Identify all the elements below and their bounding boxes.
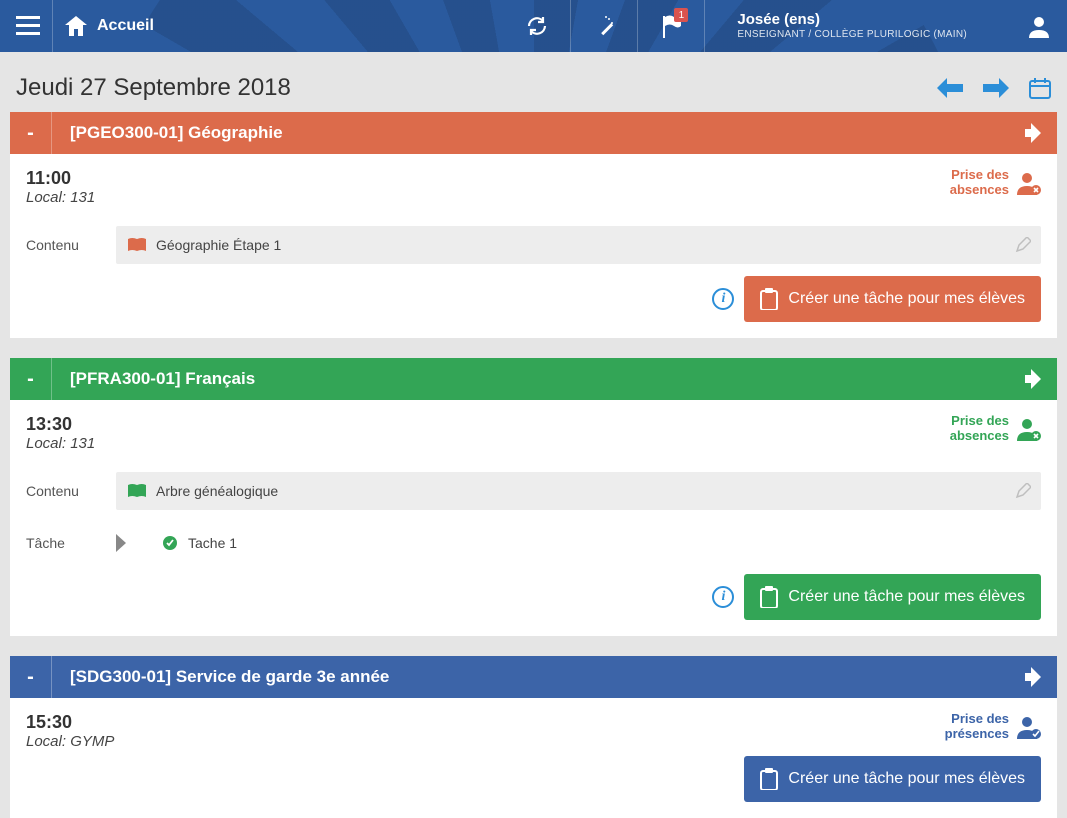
create-task-button[interactable]: Créer une tâche pour mes élèves bbox=[744, 756, 1041, 802]
book-icon bbox=[128, 238, 146, 252]
home-label[interactable]: Accueil bbox=[97, 17, 154, 35]
collapse-button[interactable]: - bbox=[10, 112, 52, 154]
collapse-button[interactable]: - bbox=[10, 358, 52, 400]
content-value: Arbre généalogique bbox=[156, 483, 278, 499]
create-task-button[interactable]: Créer une tâche pour mes élèves bbox=[744, 276, 1041, 322]
attendance-label: Prise des absences bbox=[950, 168, 1009, 198]
class-card-geography: - [PGEO300-01] Géographie 11:00 Local: 1… bbox=[10, 112, 1057, 338]
date-row: Jeudi 27 Septembre 2018 bbox=[10, 74, 1057, 112]
menu-icon[interactable] bbox=[16, 16, 40, 36]
date-nav bbox=[937, 77, 1051, 99]
task-label: Tâche bbox=[26, 535, 100, 551]
arrow-right-icon[interactable] bbox=[1023, 369, 1043, 389]
content-label: Contenu bbox=[26, 483, 100, 499]
user-role: ENSEIGNANT / COLLÈGE PLURILOGIC (MAIN) bbox=[737, 29, 967, 41]
separator bbox=[52, 0, 53, 52]
flag-badge: 1 bbox=[674, 8, 688, 22]
info-icon[interactable]: i bbox=[712, 586, 734, 608]
attendance-label: Prise des présences bbox=[945, 712, 1009, 742]
attendance-label: Prise des absences bbox=[950, 414, 1009, 444]
class-time: 15:30 bbox=[26, 712, 114, 733]
class-time: 13:30 bbox=[26, 414, 95, 435]
class-header[interactable]: - [PFRA300-01] Français bbox=[10, 358, 1057, 400]
arrow-right-icon[interactable] bbox=[1023, 123, 1043, 143]
separator bbox=[570, 0, 571, 52]
attendance-button[interactable]: Prise des absences bbox=[950, 168, 1041, 198]
class-card-daycare: - [SDG300-01] Service de garde 3e année … bbox=[10, 656, 1057, 818]
content: Jeudi 27 Septembre 2018 - [PGEO300-01] G… bbox=[0, 52, 1067, 818]
sync-icon[interactable] bbox=[526, 15, 548, 37]
class-header[interactable]: - [SDG300-01] Service de garde 3e année bbox=[10, 656, 1057, 698]
class-card-french: - [PFRA300-01] Français 13:30 Local: 131… bbox=[10, 358, 1057, 636]
wand-icon[interactable] bbox=[593, 15, 615, 37]
person-x-icon bbox=[1017, 171, 1041, 195]
chevron-right-icon bbox=[116, 534, 134, 552]
task-value: Tache 1 bbox=[188, 535, 237, 551]
calendar-button[interactable] bbox=[1029, 77, 1051, 99]
next-day-button[interactable] bbox=[983, 78, 1009, 98]
clipboard-icon bbox=[760, 288, 778, 310]
flag-icon[interactable]: 1 bbox=[660, 14, 682, 38]
person-check-icon bbox=[1017, 715, 1041, 739]
class-title: [SDG300-01] Service de garde 3e année bbox=[70, 667, 389, 687]
edit-icon[interactable] bbox=[1015, 483, 1031, 499]
separator bbox=[704, 0, 705, 52]
arrow-right-icon[interactable] bbox=[1023, 667, 1043, 687]
class-room: Local: 131 bbox=[26, 189, 95, 206]
class-header[interactable]: - [PGEO300-01] Géographie bbox=[10, 112, 1057, 154]
create-task-label: Créer une tâche pour mes élèves bbox=[788, 290, 1025, 308]
topbar: Accueil 1 Josée (ens) ENSEIGNANT / COLLÈ… bbox=[0, 0, 1067, 52]
content-label: Contenu bbox=[26, 237, 100, 253]
class-title: [PGEO300-01] Géographie bbox=[70, 123, 283, 143]
user-block[interactable]: Josée (ens) ENSEIGNANT / COLLÈGE PLURILO… bbox=[737, 11, 967, 41]
info-icon[interactable]: i bbox=[712, 288, 734, 310]
content-field[interactable]: Arbre généalogique bbox=[116, 472, 1041, 510]
task-icon bbox=[162, 535, 178, 551]
book-icon bbox=[128, 484, 146, 498]
edit-icon[interactable] bbox=[1015, 237, 1031, 253]
attendance-button[interactable]: Prise des absences bbox=[950, 414, 1041, 444]
create-task-label: Créer une tâche pour mes élèves bbox=[788, 588, 1025, 606]
class-room: Local: GYMP bbox=[26, 733, 114, 750]
class-time: 11:00 bbox=[26, 168, 95, 189]
content-field[interactable]: Géographie Étape 1 bbox=[116, 226, 1041, 264]
class-title: [PFRA300-01] Français bbox=[70, 369, 255, 389]
class-room: Local: 131 bbox=[26, 435, 95, 452]
user-name: Josée (ens) bbox=[737, 11, 967, 29]
person-x-icon bbox=[1017, 417, 1041, 441]
clipboard-icon bbox=[760, 768, 778, 790]
task-field[interactable]: Tache 1 bbox=[150, 524, 1041, 562]
create-task-button[interactable]: Créer une tâche pour mes élèves bbox=[744, 574, 1041, 620]
separator bbox=[637, 0, 638, 52]
create-task-label: Créer une tâche pour mes élèves bbox=[788, 770, 1025, 788]
content-value: Géographie Étape 1 bbox=[156, 237, 281, 253]
collapse-button[interactable]: - bbox=[10, 656, 52, 698]
profile-icon[interactable] bbox=[1027, 14, 1051, 38]
attendance-button[interactable]: Prise des présences bbox=[945, 712, 1041, 742]
page-date: Jeudi 27 Septembre 2018 bbox=[16, 74, 291, 102]
home-icon[interactable] bbox=[65, 16, 87, 36]
prev-day-button[interactable] bbox=[937, 78, 963, 98]
clipboard-icon bbox=[760, 586, 778, 608]
